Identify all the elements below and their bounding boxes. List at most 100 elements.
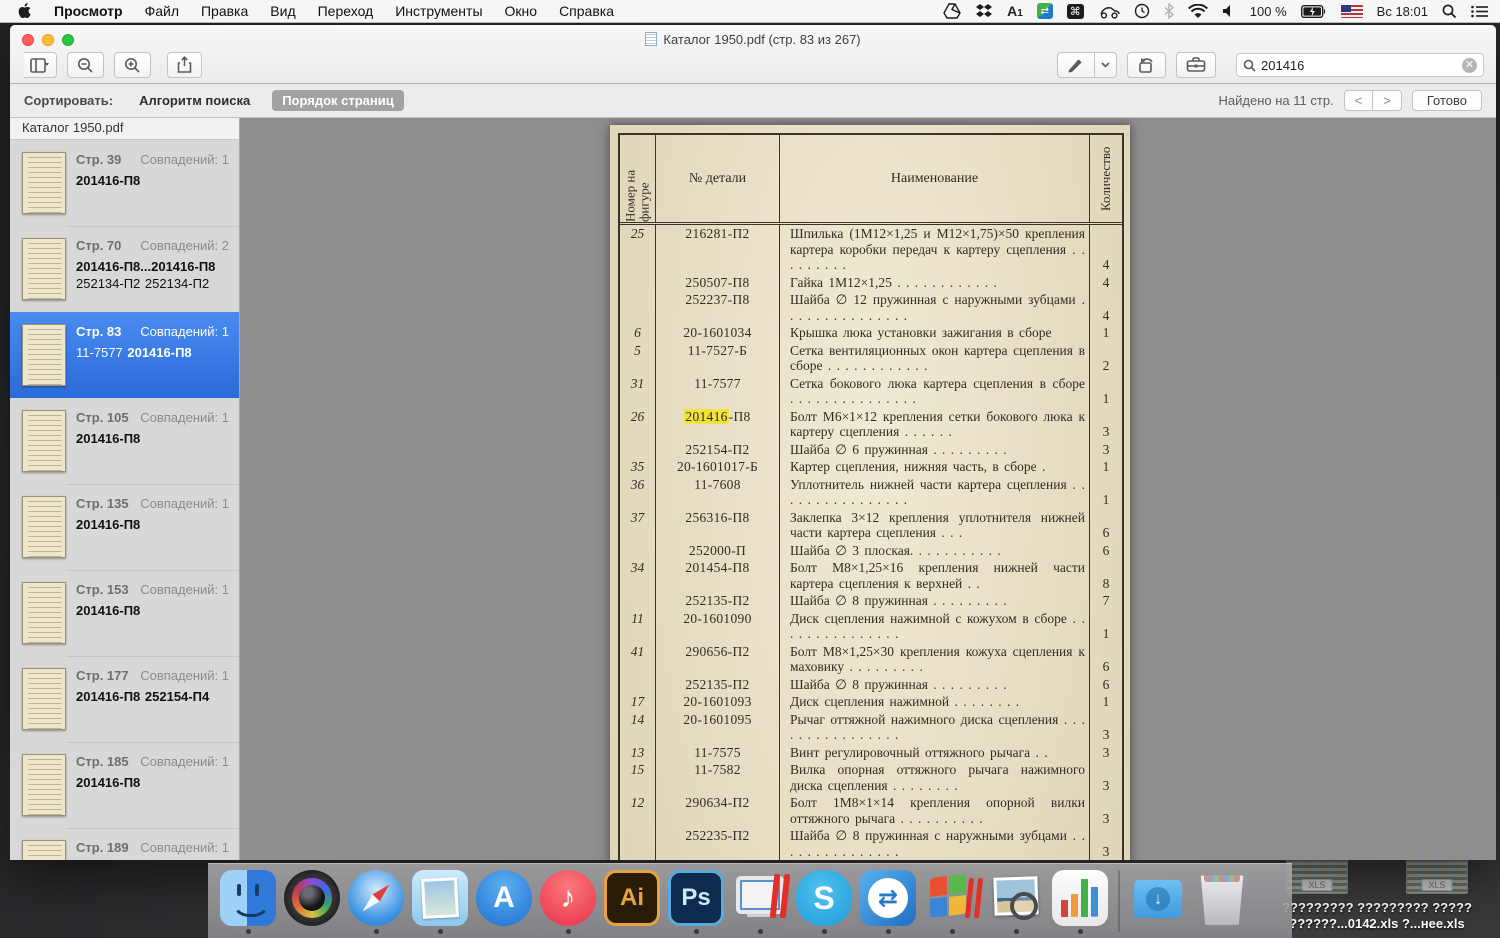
menu-clock[interactable]: Вс 18:01	[1377, 4, 1428, 19]
running-indicator	[1078, 929, 1083, 934]
result-page-label: Стр. 177	[76, 668, 129, 683]
pdf-viewport[interactable]: Номер на фигуре № детали Наименование Ко…	[240, 118, 1496, 860]
running-indicator	[1014, 929, 1019, 934]
sort-mode-page-order[interactable]: Порядок страниц	[272, 90, 404, 111]
adobe-icon[interactable]: A1	[1007, 3, 1023, 19]
battery-icon[interactable]	[1301, 5, 1327, 18]
search-result-row[interactable]: Стр. 185Совпадений: 1201416-П8	[10, 742, 239, 828]
dock-icon-appstore[interactable]: A	[472, 870, 536, 934]
dock-icon-windows[interactable]	[920, 870, 984, 934]
sidebar-doc-title: Каталог 1950.pdf	[10, 118, 239, 140]
sidebar-toggle-button[interactable]	[24, 52, 57, 78]
menu-6[interactable]: Окно	[494, 3, 549, 19]
result-page-label: Стр. 70	[76, 238, 121, 253]
dock-icon-photoshop[interactable]: Ps	[664, 870, 728, 934]
search-result-row[interactable]: Стр. 105Совпадений: 1201416-П8	[10, 398, 239, 484]
drive-icon[interactable]	[943, 3, 961, 19]
table-row: 3111-7577Сетка бокового люка картера сце…	[620, 375, 1122, 408]
preview-window: Каталог 1950.pdf (стр. 83 из 267)	[10, 25, 1496, 860]
dock-icon-trash[interactable]	[1190, 870, 1254, 934]
menu-4[interactable]: Переход	[307, 3, 385, 19]
dock-icon-aperture[interactable]	[280, 870, 344, 934]
running-indicator	[566, 929, 571, 934]
dock-icon-preview[interactable]	[984, 870, 1048, 934]
running-indicator	[758, 929, 763, 934]
xls-file-label: ????????? ????????? ?????	[1282, 900, 1472, 916]
parts-table-body: 25216281-П2Шпилька (1М12×1,25 и М12×1,75…	[620, 225, 1122, 860]
search-result-row[interactable]: Стр. 83Совпадений: 111-7577 201416-П8	[10, 312, 239, 398]
input-language-flag-icon[interactable]	[1341, 5, 1363, 18]
zoom-out-button[interactable]	[67, 52, 104, 78]
dock-icon-itunes[interactable]: ♪	[536, 870, 600, 934]
dock-icon-finder[interactable]	[216, 870, 280, 934]
spotlight-icon[interactable]	[1442, 4, 1457, 19]
clock-menu-icon[interactable]	[1134, 3, 1150, 19]
result-match-count: Совпадений: 1	[140, 582, 229, 597]
search-result-row[interactable]: Стр. 39Совпадений: 1201416-П8	[10, 140, 239, 226]
table-row: 1311-7575Винт регулировочный оттяжного р…	[620, 744, 1122, 762]
dock-icon-teamviewer[interactable]	[856, 870, 920, 934]
result-page-label: Стр. 83	[76, 324, 121, 339]
search-result-row[interactable]: Стр. 177Совпадений: 1201416-П8 252154-П4	[10, 656, 239, 742]
result-snippet: 11-7577 201416-П8	[76, 344, 229, 361]
running-indicator	[886, 929, 891, 934]
search-result-row[interactable]: Стр. 153Совпадений: 1201416-П8	[10, 570, 239, 656]
done-button[interactable]: Готово	[1412, 90, 1482, 111]
search-results-list: Стр. 39Совпадений: 1201416-П8Стр. 70Совп…	[10, 140, 239, 860]
sort-mode-relevance[interactable]: Алгоритм поиска	[139, 93, 250, 108]
vehicle-icon[interactable]	[1098, 4, 1120, 19]
dropbox-icon[interactable]	[975, 3, 993, 19]
menu-2[interactable]: Правка	[190, 3, 259, 19]
apple-menu[interactable]	[18, 3, 33, 20]
xls-badge: XLS	[1301, 879, 1332, 891]
dock-icon-safari[interactable]	[344, 870, 408, 934]
menu-3[interactable]: Вид	[259, 3, 306, 19]
search-input[interactable]: 201416 ✕	[1236, 53, 1484, 77]
dock-icon-downloads[interactable]	[1126, 870, 1190, 934]
sort-label: Сортировать:	[24, 93, 113, 108]
toolbox-icon	[1186, 57, 1206, 73]
bluetooth-icon[interactable]	[1164, 3, 1174, 19]
result-snippet: 201416-П8	[76, 430, 229, 447]
table-row: 3520-1601017-БКартер сцепления, нижняя ч…	[620, 458, 1122, 476]
keyboard-icon[interactable]: ⌘	[1067, 4, 1084, 19]
markup-toolbar-button[interactable]	[1176, 52, 1216, 78]
table-row: 1511-7582Вилка опорная оттяжного рычага …	[620, 761, 1122, 794]
search-clear-button[interactable]: ✕	[1462, 58, 1477, 73]
menu-0[interactable]: Просмотр	[43, 3, 134, 19]
teamviewer-menu-icon[interactable]: ⇄	[1037, 3, 1053, 19]
markup-button[interactable]	[1057, 52, 1095, 78]
previous-result-button[interactable]: <	[1345, 91, 1374, 110]
volume-icon[interactable]	[1222, 4, 1236, 18]
dock-icon-illustrator[interactable]: Ai	[600, 870, 664, 934]
pdf-doc-icon	[645, 32, 657, 46]
menu-1[interactable]: Файл	[134, 3, 190, 19]
markup-menu-button[interactable]	[1095, 52, 1117, 78]
share-button[interactable]	[167, 52, 202, 78]
notification-center-icon[interactable]	[1471, 5, 1488, 18]
rotate-button[interactable]	[1127, 52, 1166, 78]
finder-icon	[220, 870, 276, 926]
search-result-row[interactable]: Стр. 189Совпадений: 1	[10, 828, 239, 860]
result-match-count: Совпадений: 1	[140, 152, 229, 167]
search-result-row[interactable]: Стр. 70Совпадений: 2201416-П8...201416-П…	[10, 226, 239, 312]
dock-icon-skype[interactable]: S	[792, 870, 856, 934]
share-icon	[177, 56, 192, 74]
dock-icon-mail[interactable]	[408, 870, 472, 934]
wifi-icon[interactable]	[1188, 4, 1208, 19]
result-page-label: Стр. 189	[76, 840, 129, 855]
result-page-label: Стр. 135	[76, 496, 129, 511]
menu-7[interactable]: Справка	[548, 3, 625, 19]
result-page-label: Стр. 105	[76, 410, 129, 425]
next-result-button[interactable]: >	[1373, 91, 1401, 110]
window-chrome: Каталог 1950.pdf (стр. 83 из 267)	[10, 25, 1496, 84]
xls-badge: XLS	[1421, 879, 1452, 891]
menu-5[interactable]: Инструменты	[384, 3, 493, 19]
search-result-row[interactable]: Стр. 135Совпадений: 1201416-П8	[10, 484, 239, 570]
result-match-count: Совпадений: 1	[140, 496, 229, 511]
table-row: 252154-П2Шайба ∅ 6 пружинная . . . . . .…	[620, 441, 1122, 459]
zoom-in-button[interactable]	[114, 52, 151, 78]
dock-icon-parallels[interactable]	[728, 870, 792, 934]
result-snippet: 201416-П8 252154-П4	[76, 688, 229, 705]
dock-icon-numbers[interactable]	[1048, 870, 1112, 934]
